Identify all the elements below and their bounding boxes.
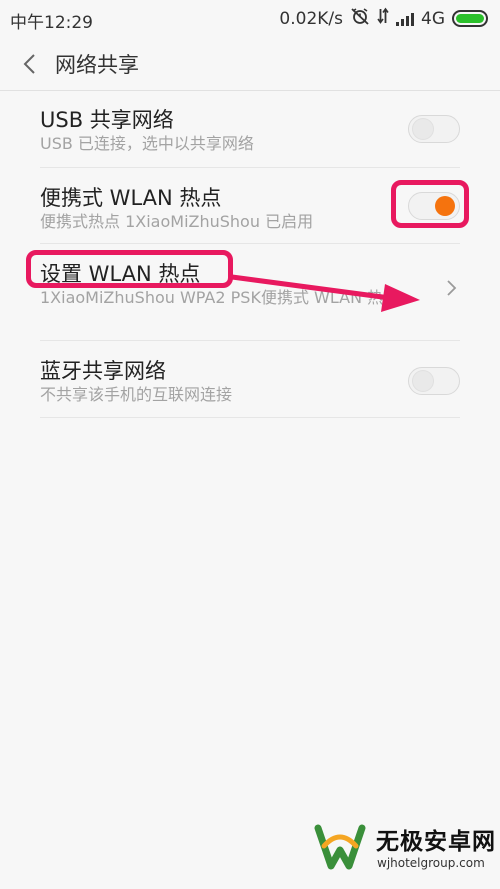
watermark-logo-icon <box>314 824 366 870</box>
setting-subtitle: 不共享该手机的互联网连接 <box>40 385 233 404</box>
battery-fill <box>456 14 484 23</box>
status-icons: 0.02K/s 4G <box>279 7 488 30</box>
setting-subtitle: 便携式热点 1XiaoMiZhuShou 已启用 <box>40 212 314 231</box>
page-title: 网络共享 <box>55 53 139 77</box>
network-type: 4G <box>421 8 445 29</box>
status-time: 中午12:29 <box>10 13 93 33</box>
watermark-url: wjhotelgroup.com <box>377 856 485 870</box>
signal-icon <box>396 12 414 26</box>
setting-subtitle: USB 已连接，选中以共享网络 <box>40 134 254 153</box>
data-transfer-icon <box>377 7 389 30</box>
title-highlight-box <box>26 250 233 288</box>
bluetooth-tethering-toggle[interactable] <box>408 367 460 395</box>
title-bar: 网络共享 <box>0 36 500 91</box>
watermark-name: 无极安卓网 <box>376 829 496 855</box>
alarm-off-icon <box>350 7 370 30</box>
setting-usb-tethering[interactable]: USB 共享网络 USB 已连接，选中以共享网络 <box>40 90 460 168</box>
toggle-knob <box>413 119 433 139</box>
watermark: 无极安卓网 wjhotelgroup.com <box>305 818 500 889</box>
battery-icon <box>452 10 488 27</box>
toggle-highlight-box <box>391 180 469 228</box>
network-speed: 0.02K/s <box>279 8 343 29</box>
chevron-left-icon[interactable] <box>17 50 45 78</box>
usb-tethering-toggle[interactable] <box>408 115 460 143</box>
setting-subtitle: 1XiaoMiZhuShou WPA2 PSK便携式 WLAN 热点 <box>40 288 400 307</box>
chevron-right-icon <box>444 277 460 299</box>
setting-title: USB 共享网络 <box>40 108 174 132</box>
status-bar: 中午12:29 0.02K/s 4G <box>0 0 500 36</box>
setting-title: 蓝牙共享网络 <box>40 359 166 383</box>
setting-bluetooth-tethering[interactable]: 蓝牙共享网络 不共享该手机的互联网连接 <box>40 341 460 418</box>
setting-title: 便携式 WLAN 热点 <box>40 186 222 210</box>
toggle-knob <box>413 371 433 391</box>
